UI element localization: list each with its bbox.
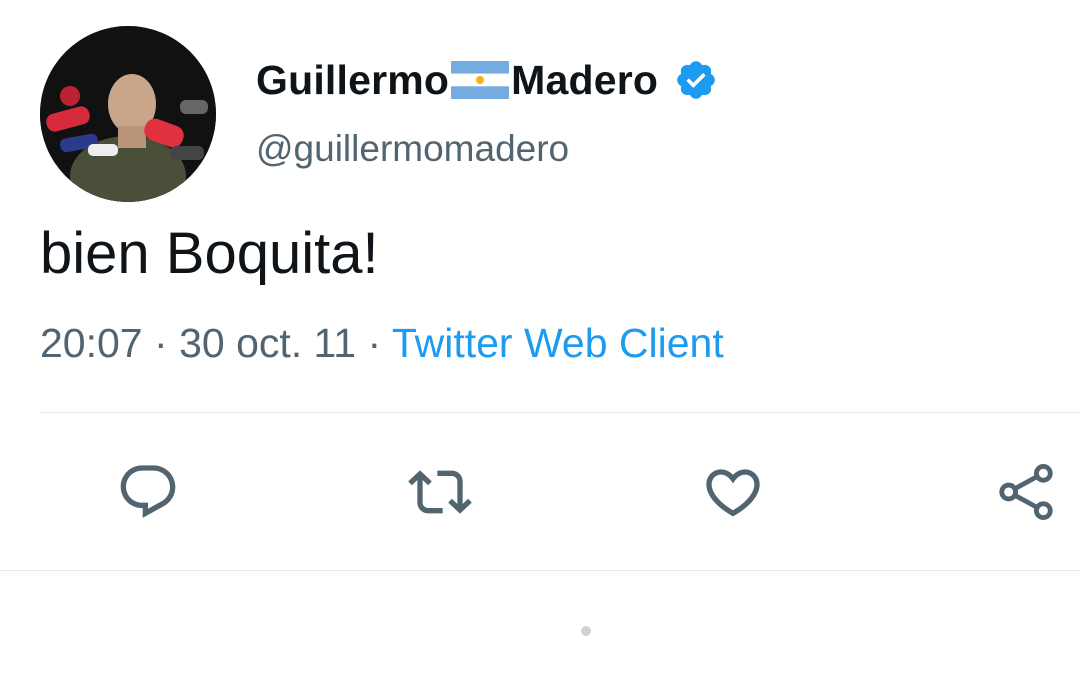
reply-icon [120,465,176,518]
tweet-time[interactable]: 20:07 [40,320,143,366]
reply-button[interactable] [116,460,180,524]
tweet-source-client[interactable]: Twitter Web Client [392,320,724,366]
tweet-detail-view: Guillermo Madero @guillermomadero bien B… [0,0,1080,680]
author-handle[interactable]: @guillermomadero [256,128,569,170]
meta-separator: · [154,320,168,366]
verified-badge-icon [674,58,718,102]
retweet-icon [408,470,472,514]
share-button[interactable] [994,460,1058,524]
author-name-first[interactable]: Guillermo [256,57,449,104]
retweet-button[interactable] [408,460,472,524]
divider [40,412,1080,413]
page-indicator-dot [581,626,591,636]
tweet-metadata: 20:07 · 30 oct. 11 · Twitter Web Client [40,320,724,367]
argentina-flag-icon [451,61,510,99]
divider [0,570,1080,571]
author-name-row[interactable]: Guillermo Madero [256,52,718,108]
share-icon [999,464,1053,520]
like-icon [706,469,760,517]
tweet-text: bien Boquita! [40,221,379,286]
avatar[interactable] [40,26,216,202]
like-button[interactable] [701,460,765,524]
author-name-last[interactable]: Madero [511,57,658,104]
tweet-date[interactable]: 30 oct. 11 [179,320,356,366]
avatar-image [40,26,216,202]
meta-separator: · [367,320,382,366]
